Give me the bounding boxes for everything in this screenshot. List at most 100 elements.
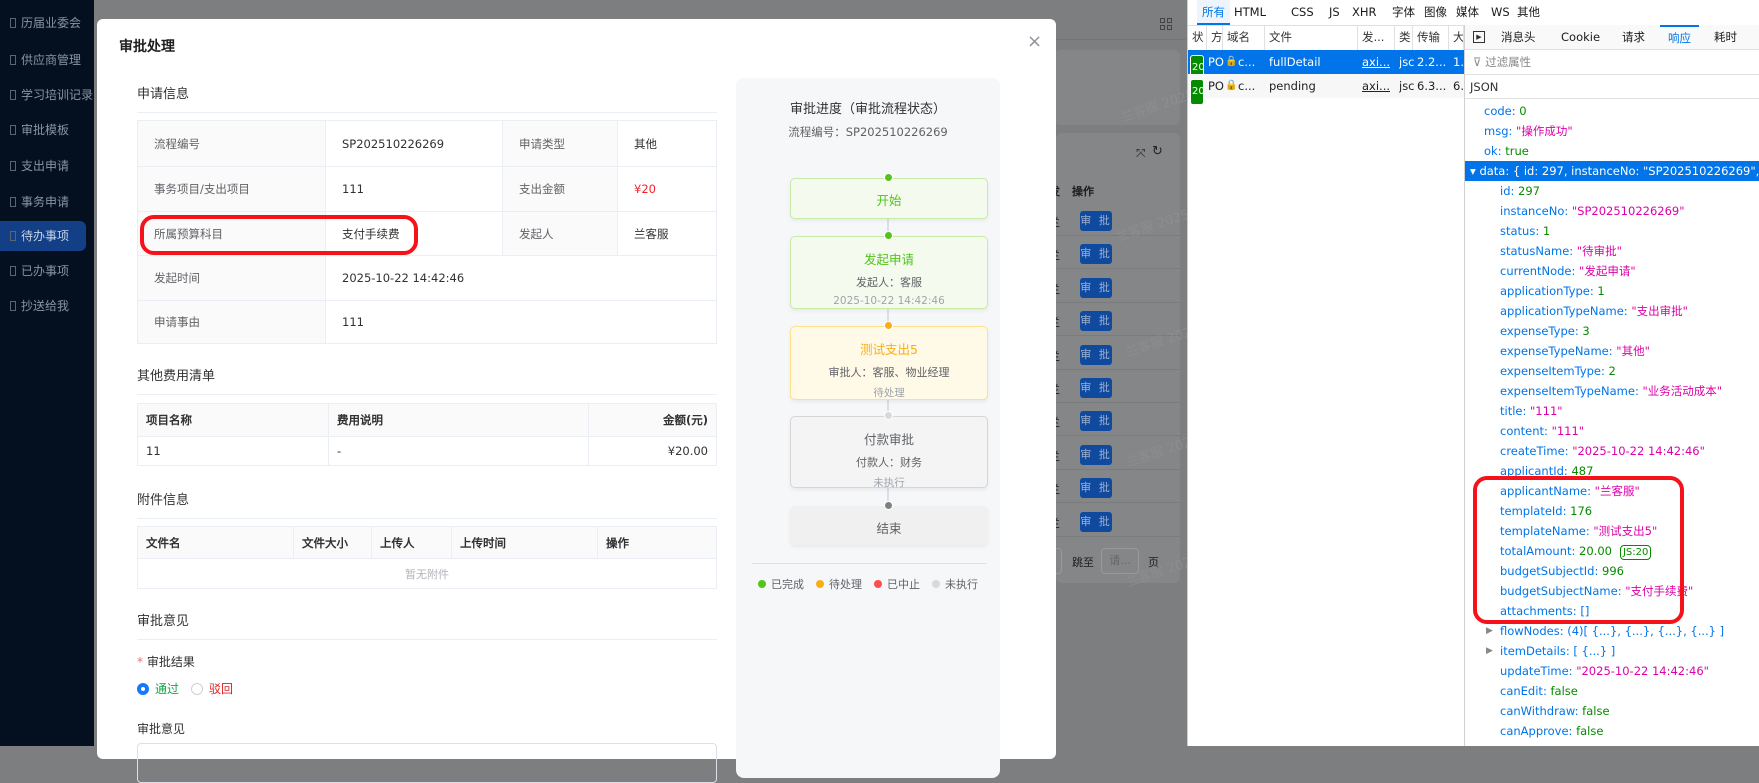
approve-button[interactable]: 审 批: [1080, 378, 1112, 398]
json-line[interactable]: applicationType: 1: [1500, 281, 1605, 301]
detail-tab[interactable]: Cookie: [1561, 25, 1600, 50]
filter-properties-input[interactable]: ⊽ 过滤属性: [1465, 50, 1759, 75]
json-line[interactable]: expenseTypeName: "其他": [1500, 341, 1650, 361]
label: 申请类型: [502, 120, 618, 167]
json-line[interactable]: title: "111": [1500, 401, 1563, 421]
approve-button[interactable]: 审 批: [1080, 211, 1112, 231]
detail-tab[interactable]: 耗时: [1714, 25, 1737, 50]
fullscreen-icon[interactable]: ⤧: [1136, 146, 1146, 161]
sidebar-item[interactable]: 审批模板: [0, 115, 94, 145]
filter-tab[interactable]: 字体: [1392, 0, 1415, 25]
sidebar-item[interactable]: 历届业委会: [0, 8, 94, 38]
cell: -: [328, 436, 589, 466]
detail-tab[interactable]: 响应: [1660, 25, 1699, 50]
result-radio-group: 通过 驳回: [137, 680, 233, 697]
grid-icon[interactable]: [1160, 18, 1172, 30]
detail-tab[interactable]: 请求: [1622, 25, 1645, 50]
json-line[interactable]: status: 1: [1500, 221, 1550, 241]
json-section-header[interactable]: JSON: [1465, 75, 1759, 99]
json-line[interactable]: ▶ flowNodes: (4)[ {...}, {...}, {...}, {.…: [1486, 621, 1724, 641]
close-icon[interactable]: ×: [1027, 31, 1042, 52]
col-header: 上传时间: [451, 526, 598, 559]
json-line[interactable]: applicationTypeName: "支出审批": [1500, 301, 1688, 321]
approve-button[interactable]: 审 批: [1080, 344, 1112, 365]
json-line[interactable]: canEdit: false: [1500, 681, 1578, 701]
json-line[interactable]: msg: "操作成功": [1484, 121, 1573, 141]
filter-tab[interactable]: HTML: [1234, 0, 1266, 25]
json-colon: :: [1510, 184, 1519, 198]
filter-tab[interactable]: 其他: [1517, 0, 1540, 25]
item: 111: [325, 166, 503, 212]
json-value: "业务活动成本": [1642, 384, 1723, 398]
json-line[interactable]: ▾ data: { id: 297, instanceNo: "SP202510…: [1465, 161, 1759, 181]
menu-icon: [10, 266, 16, 276]
refresh-icon[interactable]: ↻: [1152, 144, 1163, 159]
filter-tab[interactable]: 图像: [1424, 0, 1447, 25]
column-header[interactable]: 发...: [1358, 25, 1395, 50]
json-line[interactable]: createTime: "2025-10-22 14:42:46": [1500, 441, 1705, 461]
flow-node-card: 付款审批 付款人：财务 未执行: [790, 416, 988, 489]
column-header[interactable]: 方: [1207, 25, 1223, 50]
column-header[interactable]: 域名: [1223, 25, 1265, 50]
filter-tab[interactable]: CSS: [1291, 0, 1314, 25]
json-line[interactable]: canApprove: false: [1500, 721, 1603, 741]
radio-pass[interactable]: 通过: [137, 680, 179, 697]
flow-node-title: 开始: [876, 193, 902, 208]
json-key: status: [1500, 224, 1536, 238]
json-key: ok: [1484, 144, 1498, 158]
collapsed-arrow-icon[interactable]: ▶: [1486, 641, 1493, 661]
filter-tab[interactable]: 所有: [1197, 0, 1230, 25]
json-line[interactable]: currentNode: "发起申请": [1500, 261, 1636, 281]
json-line[interactable]: content: "111": [1500, 421, 1584, 441]
json-line[interactable]: expenseItemType: 2: [1500, 361, 1616, 381]
approve-button[interactable]: 审 批: [1080, 277, 1112, 298]
col-header: 费用说明: [328, 403, 589, 437]
approve-button[interactable]: 审 批: [1080, 444, 1112, 465]
approve-button[interactable]: 审 批: [1080, 311, 1112, 332]
json-line[interactable]: code: 0: [1484, 101, 1527, 121]
approve-button[interactable]: 审 批: [1080, 244, 1112, 265]
json-key: content: [1500, 424, 1545, 438]
sidebar-item[interactable]: 供应商管理: [0, 45, 94, 75]
radio-unchecked-icon[interactable]: [191, 682, 204, 695]
radio-reject-label: 驳回: [209, 682, 234, 696]
sidebar-item[interactable]: 学习培训记录: [0, 80, 94, 110]
sidebar-item[interactable]: 待办事项: [0, 221, 86, 251]
approve-button[interactable]: 审 批: [1080, 478, 1112, 499]
column-header[interactable]: 状: [1188, 25, 1207, 50]
column-header[interactable]: 传输: [1413, 25, 1449, 50]
json-line[interactable]: ok: true: [1484, 141, 1529, 161]
radio-reject[interactable]: 驳回: [191, 680, 233, 697]
request-row[interactable]: 200POc...fullDetailaxi...jsc2.2...1.🔒: [1188, 50, 1464, 81]
column-header[interactable]: 文件: [1265, 25, 1358, 50]
sidebar-item[interactable]: 已办事项: [0, 256, 94, 286]
required-mark: *: [137, 655, 143, 669]
filter-tab[interactable]: JS: [1329, 0, 1340, 25]
toggle-panel-icon[interactable]: ▶: [1473, 31, 1485, 43]
approve-button[interactable]: 审 批: [1080, 411, 1112, 432]
filter-tab[interactable]: WS: [1491, 0, 1510, 25]
json-line[interactable]: instanceNo: "SP202510226269": [1500, 201, 1685, 221]
json-line[interactable]: expenseType: 3: [1500, 321, 1590, 341]
json-line[interactable]: id: 297: [1500, 181, 1540, 201]
json-line[interactable]: canWithdraw: false: [1500, 701, 1610, 721]
sidebar-item[interactable]: 事务申请: [0, 187, 94, 217]
json-line[interactable]: ▶ itemDetails: [ {...} ]: [1486, 641, 1615, 661]
radio-checked-icon[interactable]: [137, 682, 149, 695]
approve-button[interactable]: 审 批: [1080, 511, 1112, 532]
column-header[interactable]: 类: [1395, 25, 1413, 50]
request-type: jsc: [1399, 79, 1415, 93]
sidebar-item[interactable]: 抄送给我: [0, 291, 94, 321]
request-row[interactable]: 200 PO c... pending axi... jsc6.3... 6. 🔒: [1188, 74, 1464, 105]
column-header[interactable]: 大: [1449, 25, 1464, 50]
collapsed-arrow-icon[interactable]: ▶: [1486, 621, 1493, 641]
sidebar-item[interactable]: 支出申请: [0, 151, 94, 181]
filter-tab[interactable]: 媒体: [1456, 0, 1479, 25]
json-line[interactable]: statusName: "待审批": [1500, 241, 1622, 261]
json-line[interactable]: expenseItemTypeName: "业务活动成本": [1500, 381, 1722, 401]
json-line[interactable]: updateTime: "2025-10-22 14:42:46": [1500, 661, 1709, 681]
detail-tab[interactable]: 消息头: [1501, 25, 1536, 50]
filter-tab[interactable]: XHR: [1352, 0, 1377, 25]
section-title-info: 申请信息: [137, 83, 717, 113]
opinion-textarea[interactable]: [137, 743, 717, 783]
